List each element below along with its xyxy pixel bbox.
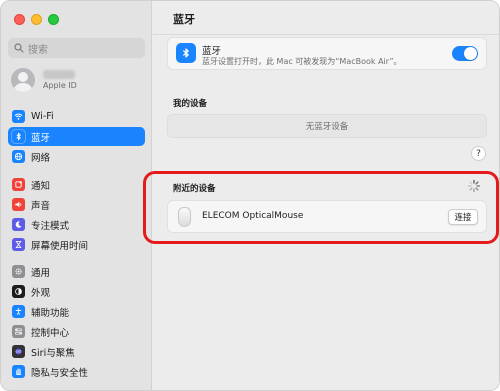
- sidebar-item-bluetooth[interactable]: 蓝牙: [8, 127, 145, 146]
- sidebar-item-label: 通知: [31, 180, 51, 192]
- mouse-icon: [178, 207, 191, 227]
- apple-id-account[interactable]: Apple ID: [11, 67, 146, 93]
- account-subtitle: Apple ID: [43, 81, 77, 90]
- sidebar-item-focus[interactable]: 专注模式: [8, 215, 145, 234]
- hand-icon: [12, 365, 25, 378]
- my-devices-heading: 我的设备: [173, 99, 208, 109]
- control-center-icon: [12, 325, 25, 338]
- nearby-devices-heading: 附近的设备: [173, 184, 216, 194]
- sidebar-item-siri-spotlight[interactable]: Siri与聚焦: [8, 342, 145, 361]
- moon-icon: [12, 218, 25, 231]
- gear-icon: [12, 265, 25, 278]
- siri-icon: [12, 345, 25, 358]
- sidebar: 搜索 Apple ID Wi-Fi 蓝牙 网络 通知 声音 专注模式 屏幕使用时…: [1, 1, 152, 390]
- sidebar-item-label: 辅助功能: [31, 307, 70, 319]
- close-window-button[interactable]: [14, 14, 25, 25]
- sidebar-item-privacy-security[interactable]: 隐私与安全性: [8, 362, 145, 381]
- bluetooth-description: 蓝牙设置打开时，此 Mac 可被发现为“MacBook Air”。: [202, 57, 402, 66]
- wifi-icon: [12, 110, 25, 123]
- search-icon: [14, 43, 24, 53]
- sidebar-item-sound[interactable]: 声音: [8, 195, 145, 214]
- empty-devices-text: 无蓝牙设备: [305, 122, 349, 132]
- account-name-redacted: [43, 70, 75, 79]
- device-name: ELECOM OpticalMouse: [202, 211, 304, 221]
- sidebar-item-appearance[interactable]: 外观: [8, 282, 145, 301]
- sidebar-item-label: Wi-Fi: [31, 111, 54, 122]
- bluetooth-toggle-card: 蓝牙 蓝牙设置打开时，此 Mac 可被发现为“MacBook Air”。: [167, 37, 487, 70]
- main-pane: 蓝牙 蓝牙 蓝牙设置打开时，此 Mac 可被发现为“MacBook Air”。 …: [153, 1, 499, 390]
- sidebar-item-label: 屏幕使用时间: [31, 240, 89, 252]
- window-controls: [14, 14, 59, 25]
- appearance-icon: [12, 285, 25, 298]
- bluetooth-toggle[interactable]: [452, 46, 478, 61]
- sidebar-item-label: 网络: [31, 152, 51, 164]
- sidebar-group-network: Wi-Fi 蓝牙 网络: [8, 107, 145, 167]
- zoom-window-button[interactable]: [48, 14, 59, 25]
- speaker-icon: [12, 198, 25, 211]
- settings-window: 搜索 Apple ID Wi-Fi 蓝牙 网络 通知 声音 专注模式 屏幕使用时…: [0, 0, 500, 391]
- sidebar-item-control-center[interactable]: 控制中心: [8, 322, 145, 341]
- sidebar-item-label: Siri与聚焦: [31, 347, 75, 359]
- loading-spinner-icon: [467, 179, 481, 193]
- titlebar: 蓝牙: [153, 1, 499, 35]
- sidebar-group-general: 通用 外观 辅助功能 控制中心 Siri与聚焦 隐私与安全性: [8, 262, 145, 382]
- sidebar-item-screen-time[interactable]: 屏幕使用时间: [8, 235, 145, 254]
- sidebar-item-label: 控制中心: [31, 327, 70, 339]
- sidebar-item-wifi[interactable]: Wi-Fi: [8, 107, 145, 126]
- sidebar-item-label: 隐私与安全性: [31, 367, 89, 379]
- sidebar-item-label: 专注模式: [31, 220, 70, 232]
- sidebar-item-label: 蓝牙: [31, 132, 51, 144]
- my-devices-empty: 无蓝牙设备: [167, 114, 487, 138]
- sidebar-item-general[interactable]: 通用: [8, 262, 145, 281]
- sidebar-group-notifications: 通知 声音 专注模式 屏幕使用时间: [8, 175, 145, 255]
- nearby-device-row: ELECOM OpticalMouse 连接: [167, 200, 487, 233]
- help-button[interactable]: ?: [471, 146, 486, 161]
- accessibility-icon: [12, 305, 25, 318]
- search-placeholder: 搜索: [28, 44, 48, 56]
- hourglass-icon: [12, 238, 25, 251]
- sidebar-item-label: 外观: [31, 287, 51, 299]
- sidebar-item-label: 通用: [31, 267, 51, 279]
- bluetooth-icon: [176, 43, 196, 63]
- page-title: 蓝牙: [173, 13, 195, 26]
- avatar: [11, 68, 35, 92]
- bluetooth-label: 蓝牙: [202, 46, 222, 57]
- sidebar-item-accessibility[interactable]: 辅助功能: [8, 302, 145, 321]
- globe-icon: [12, 150, 25, 163]
- minimize-window-button[interactable]: [31, 14, 42, 25]
- sidebar-item-label: 声音: [31, 200, 51, 212]
- bell-icon: [12, 178, 25, 191]
- bluetooth-icon: [12, 130, 25, 143]
- search-input[interactable]: 搜索: [8, 38, 145, 58]
- sidebar-item-network[interactable]: 网络: [8, 147, 145, 166]
- sidebar-item-notifications[interactable]: 通知: [8, 175, 145, 194]
- connect-button[interactable]: 连接: [448, 209, 478, 225]
